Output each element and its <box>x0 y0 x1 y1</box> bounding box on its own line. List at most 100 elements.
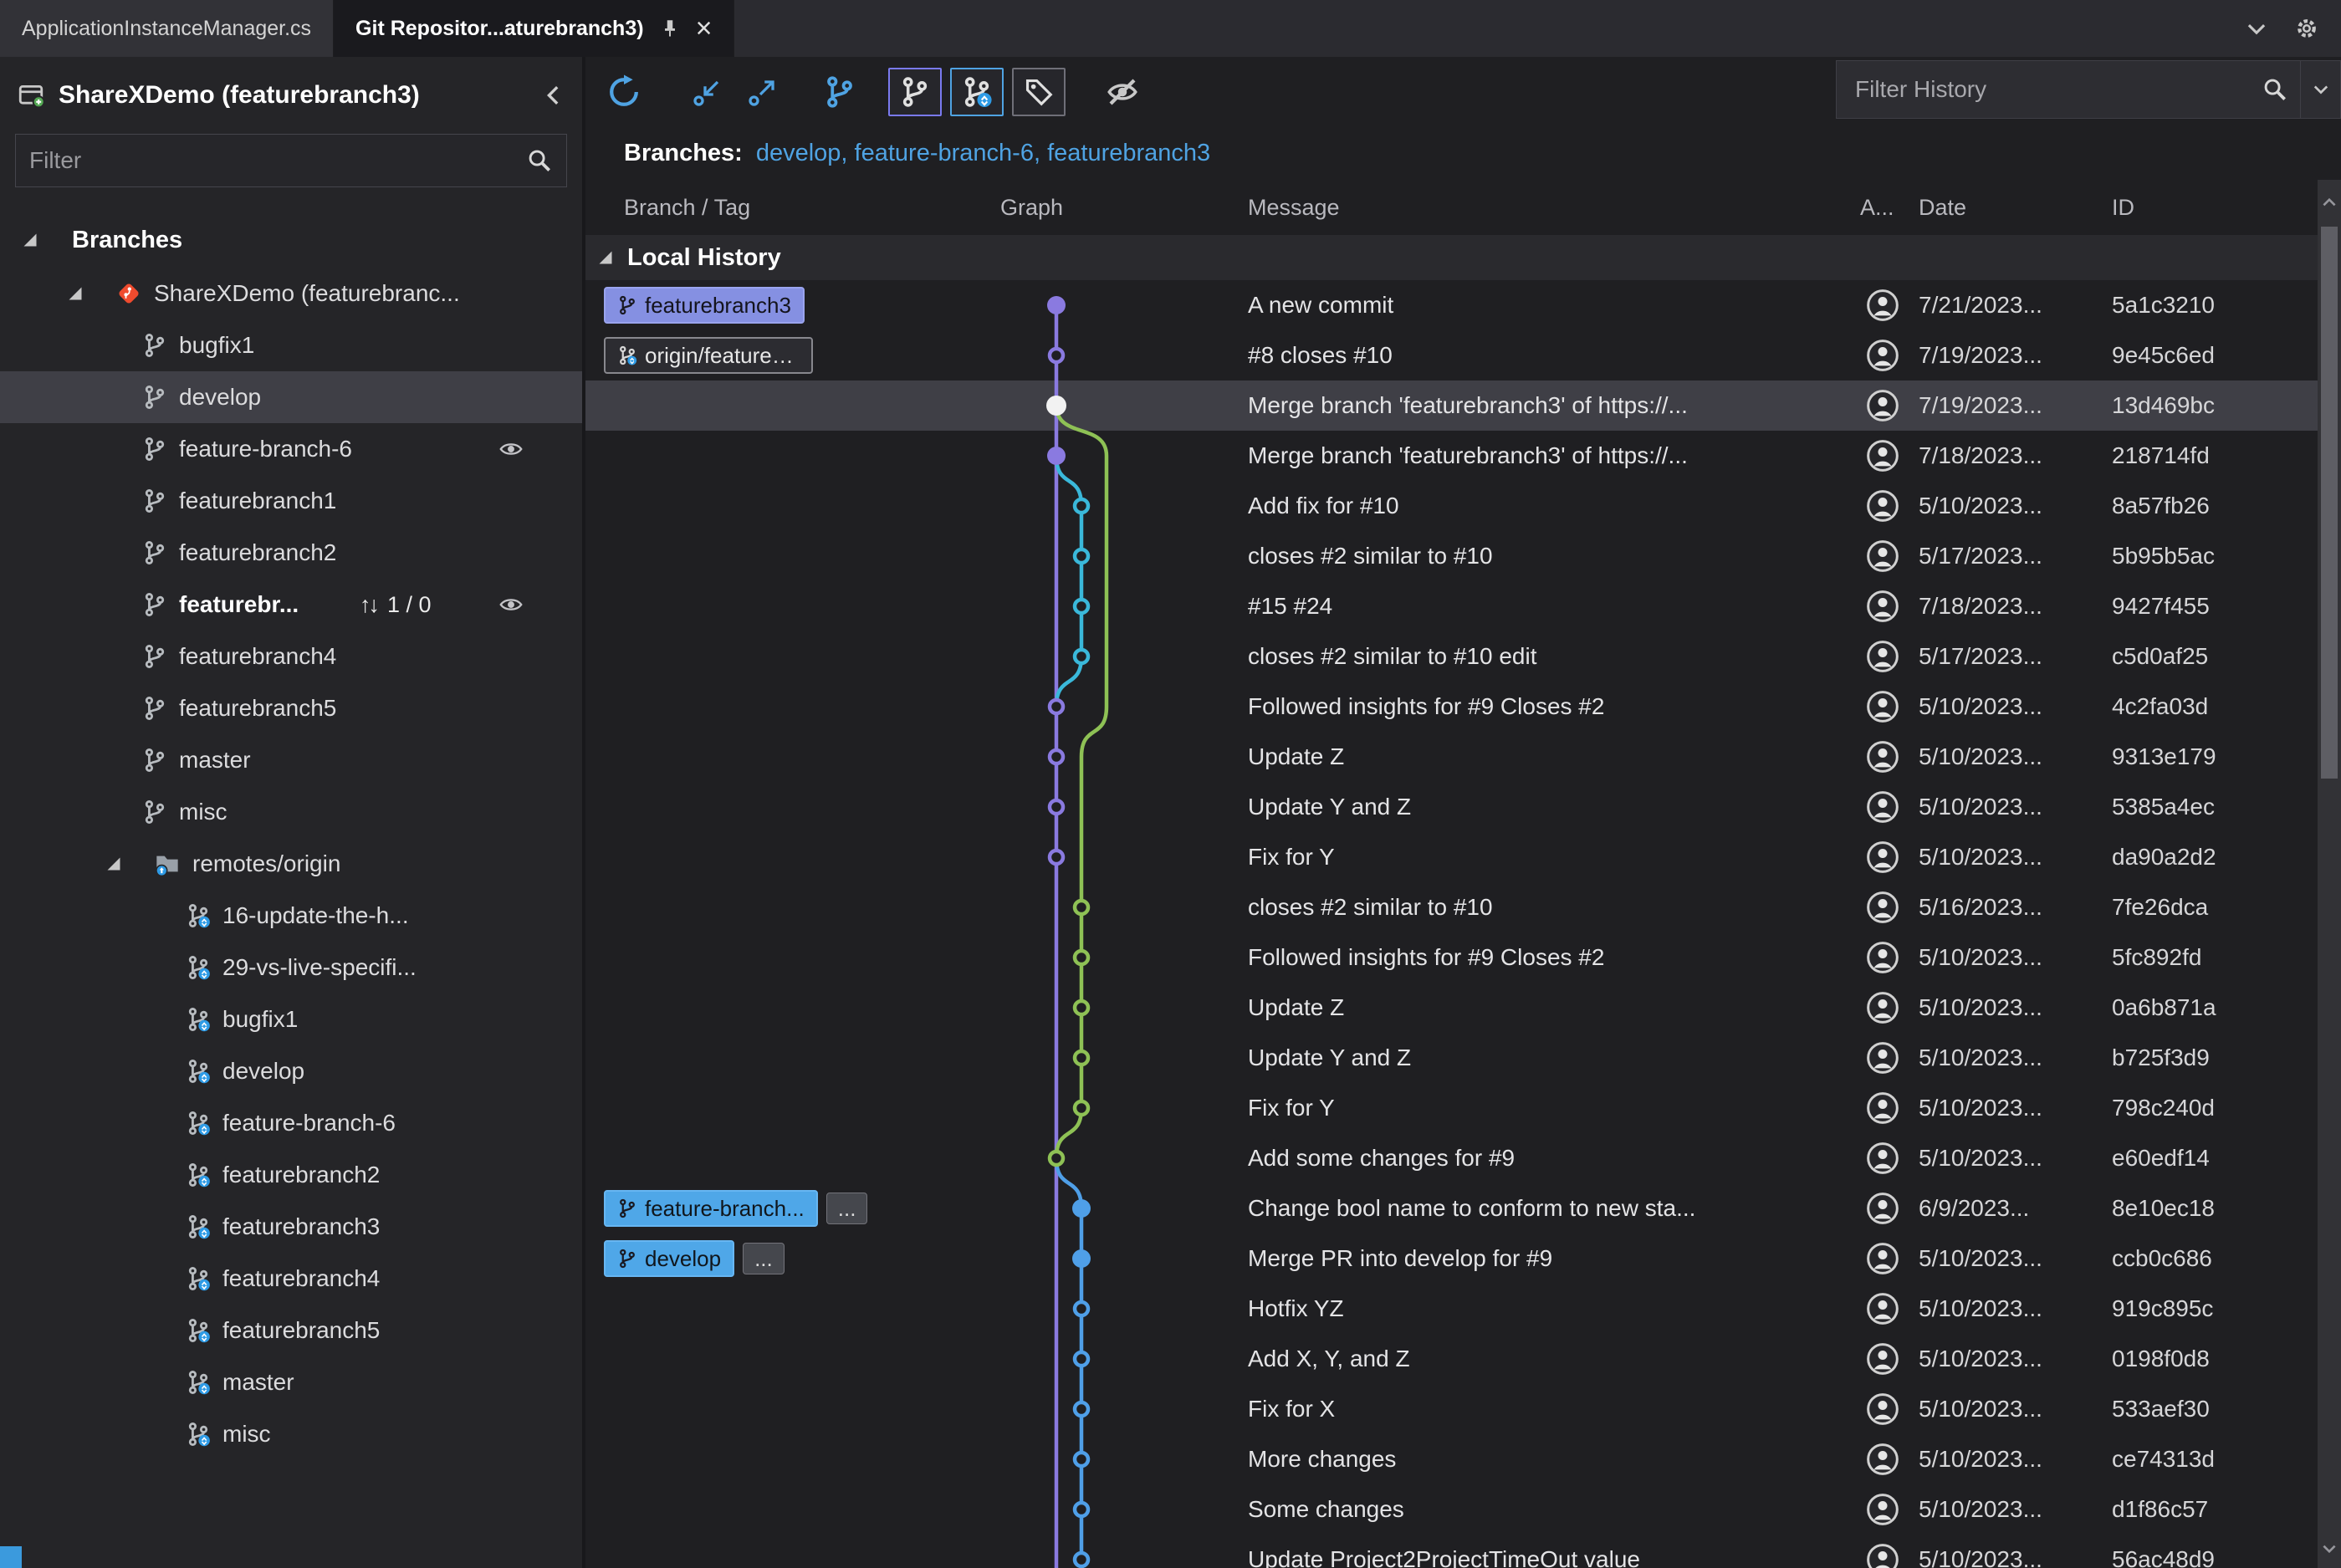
commit-row[interactable]: Add some changes for #95/10/2023...e60ed… <box>585 1133 2318 1183</box>
commit-row[interactable]: closes #2 similar to #105/16/2023...7fe2… <box>585 882 2318 932</box>
branches-section-header[interactable]: Branches <box>0 214 582 266</box>
commit-row[interactable]: Add fix for #105/10/2023...8a57fb26 <box>585 481 2318 531</box>
expander-icon[interactable] <box>67 285 104 302</box>
branch-tree-item[interactable]: featurebranch5 <box>0 682 582 734</box>
commit-row[interactable]: Update Y and Z5/10/2023...b725f3d9 <box>585 1033 2318 1083</box>
branch-tree-item[interactable]: develop <box>0 1045 582 1097</box>
branch-filter-link[interactable]: feature-branch-6 <box>855 140 1034 166</box>
eye-icon[interactable] <box>498 592 524 617</box>
branch-tree-item[interactable]: featurebranch4 <box>0 631 582 682</box>
search-icon[interactable] <box>526 147 553 174</box>
commit-row[interactable]: #15 #247/18/2023...9427f455 <box>585 581 2318 631</box>
column-header-graph[interactable]: Graph <box>992 195 1238 221</box>
branch-badge[interactable]: feature-branch... <box>604 1190 818 1227</box>
commit-row[interactable]: More changes5/10/2023...ce74313d <box>585 1434 2318 1484</box>
branch-tree-item[interactable]: featurebranch4 <box>0 1253 582 1305</box>
show-tags-toggle[interactable] <box>1012 68 1066 116</box>
commit-row[interactable]: Merge branch 'featurebranch3' of https:/… <box>585 381 2318 431</box>
column-header-author[interactable]: A... <box>1853 195 1912 221</box>
compare-branches-icon[interactable] <box>816 69 863 115</box>
commit-row[interactable]: featurebranch3A new commit7/21/2023...5a… <box>585 280 2318 330</box>
push-icon[interactable] <box>739 69 786 115</box>
branch-filter-link[interactable]: featurebranch3 <box>1047 140 1210 166</box>
branch-tree-item[interactable]: remotes/origin <box>0 838 582 890</box>
commit-row[interactable]: Add X, Y, and Z5/10/2023...0198f0d8 <box>585 1334 2318 1384</box>
gear-icon[interactable] <box>2294 16 2319 41</box>
show-local-branches-toggle[interactable] <box>888 68 942 116</box>
remote-branch-icon <box>186 1059 211 1084</box>
search-icon[interactable] <box>2250 76 2300 103</box>
branch-tree-item[interactable]: 29-vs-live-specifi... <box>0 942 582 993</box>
branch-tree-item[interactable]: featurebranch2 <box>0 1149 582 1201</box>
column-header-id[interactable]: ID <box>2108 195 2318 221</box>
commit-row[interactable]: Fix for X5/10/2023...533aef30 <box>585 1384 2318 1434</box>
commit-row[interactable]: Update Z5/10/2023...0a6b871a <box>585 983 2318 1033</box>
branch-tree-item[interactable]: feature-branch-6 <box>0 1097 582 1149</box>
commit-row[interactable]: develop...Merge PR into develop for #95/… <box>585 1233 2318 1284</box>
expander-icon[interactable] <box>105 856 142 872</box>
commit-row[interactable]: origin/featureb...#8 closes #107/19/2023… <box>585 330 2318 381</box>
scroll-up-arrow[interactable] <box>2318 193 2341 212</box>
filter-history-input[interactable] <box>1855 76 2250 103</box>
branch-icon <box>142 696 167 721</box>
branch-tree-item[interactable]: featurebranch2 <box>0 527 582 579</box>
column-header-message[interactable]: Message <box>1238 195 1853 221</box>
branch-tree-item[interactable]: misc <box>0 786 582 838</box>
eye-icon[interactable] <box>498 437 524 462</box>
scrollbar-thumb[interactable] <box>2321 227 2338 779</box>
branch-tree-item[interactable]: featurebr...↑↓1 / 0 <box>0 579 582 631</box>
hide-avatars-icon[interactable] <box>1099 69 1146 115</box>
local-history-section-header[interactable]: Local History <box>585 235 2318 280</box>
branch-tree-item[interactable]: featurebranch1 <box>0 475 582 527</box>
commit-row[interactable]: closes #2 similar to #10 edit5/17/2023..… <box>585 631 2318 682</box>
branch-badge[interactable]: origin/featureb... <box>604 337 813 374</box>
expander-icon[interactable] <box>22 232 59 248</box>
branch-tree-item[interactable]: ShareXDemo (featurebranc... <box>0 268 582 319</box>
branch-tree-item[interactable]: master <box>0 734 582 786</box>
commit-row[interactable]: feature-branch......Change bool name to … <box>585 1183 2318 1233</box>
scroll-down-arrow[interactable] <box>2318 1540 2341 1558</box>
tab-git-repository[interactable]: Git Repositor...aturebranch3) × <box>334 0 734 57</box>
branch-tree-item[interactable]: master <box>0 1356 582 1408</box>
more-branches-button[interactable]: ... <box>743 1243 785 1274</box>
branch-filter-input[interactable] <box>29 147 526 174</box>
branch-tree-item[interactable]: develop <box>0 371 582 423</box>
commit-row[interactable]: Fix for Y5/10/2023...798c240d <box>585 1083 2318 1133</box>
commit-row[interactable]: Merge branch 'featurebranch3' of https:/… <box>585 431 2318 481</box>
refresh-icon[interactable] <box>601 69 647 115</box>
branch-tree-item[interactable]: 16-update-the-h... <box>0 890 582 942</box>
column-header-date[interactable]: Date <box>1912 195 2108 221</box>
collapse-panel-icon[interactable] <box>542 84 565 107</box>
show-remote-branches-toggle[interactable] <box>950 68 1004 116</box>
fetch-icon[interactable] <box>684 69 731 115</box>
commit-row[interactable]: Followed insights for #9 Closes #25/10/2… <box>585 682 2318 732</box>
chevron-down-icon[interactable] <box>2300 61 2340 118</box>
branch-badge[interactable]: featurebranch3 <box>604 287 805 324</box>
branch-filter-link[interactable]: develop <box>756 140 841 166</box>
more-branches-button[interactable]: ... <box>826 1193 868 1224</box>
commit-row[interactable]: Some changes5/10/2023...d1f86c57 <box>585 1484 2318 1535</box>
close-icon[interactable]: × <box>696 14 713 43</box>
branch-name: bugfix1 <box>179 332 254 359</box>
commit-row[interactable]: Fix for Y5/10/2023...da90a2d2 <box>585 832 2318 882</box>
branch-tree-item[interactable]: feature-branch-6 <box>0 423 582 475</box>
branch-tree-item[interactable]: bugfix1 <box>0 319 582 371</box>
chevron-down-icon[interactable] <box>2246 18 2267 39</box>
commit-row[interactable]: Hotfix YZ5/10/2023...919c895c <box>585 1284 2318 1334</box>
branch-badge[interactable]: develop <box>604 1240 734 1277</box>
tab-applicationinstancemanager[interactable]: ApplicationInstanceManager.cs <box>0 0 334 57</box>
author-avatar <box>1853 1342 1912 1376</box>
expander-icon[interactable] <box>597 249 614 266</box>
vertical-scrollbar[interactable] <box>2318 180 2341 1568</box>
commit-row[interactable]: closes #2 similar to #105/17/2023...5b95… <box>585 531 2318 581</box>
commit-row[interactable]: Update Y and Z5/10/2023...5385a4ec <box>585 782 2318 832</box>
branch-tree-item[interactable]: featurebranch3 <box>0 1201 582 1253</box>
branch-tree-item[interactable]: featurebranch5 <box>0 1305 582 1356</box>
commit-row[interactable]: Update Project2ProjectTimeOut value5/10/… <box>585 1535 2318 1568</box>
branch-tree-item[interactable]: misc <box>0 1408 582 1460</box>
commit-row[interactable]: Followed insights for #9 Closes #25/10/2… <box>585 932 2318 983</box>
column-header-branch-tag[interactable]: Branch / Tag <box>585 195 992 221</box>
pin-icon[interactable] <box>659 18 681 39</box>
commit-row[interactable]: Update Z5/10/2023...9313e179 <box>585 732 2318 782</box>
branch-tree-item[interactable]: bugfix1 <box>0 993 582 1045</box>
